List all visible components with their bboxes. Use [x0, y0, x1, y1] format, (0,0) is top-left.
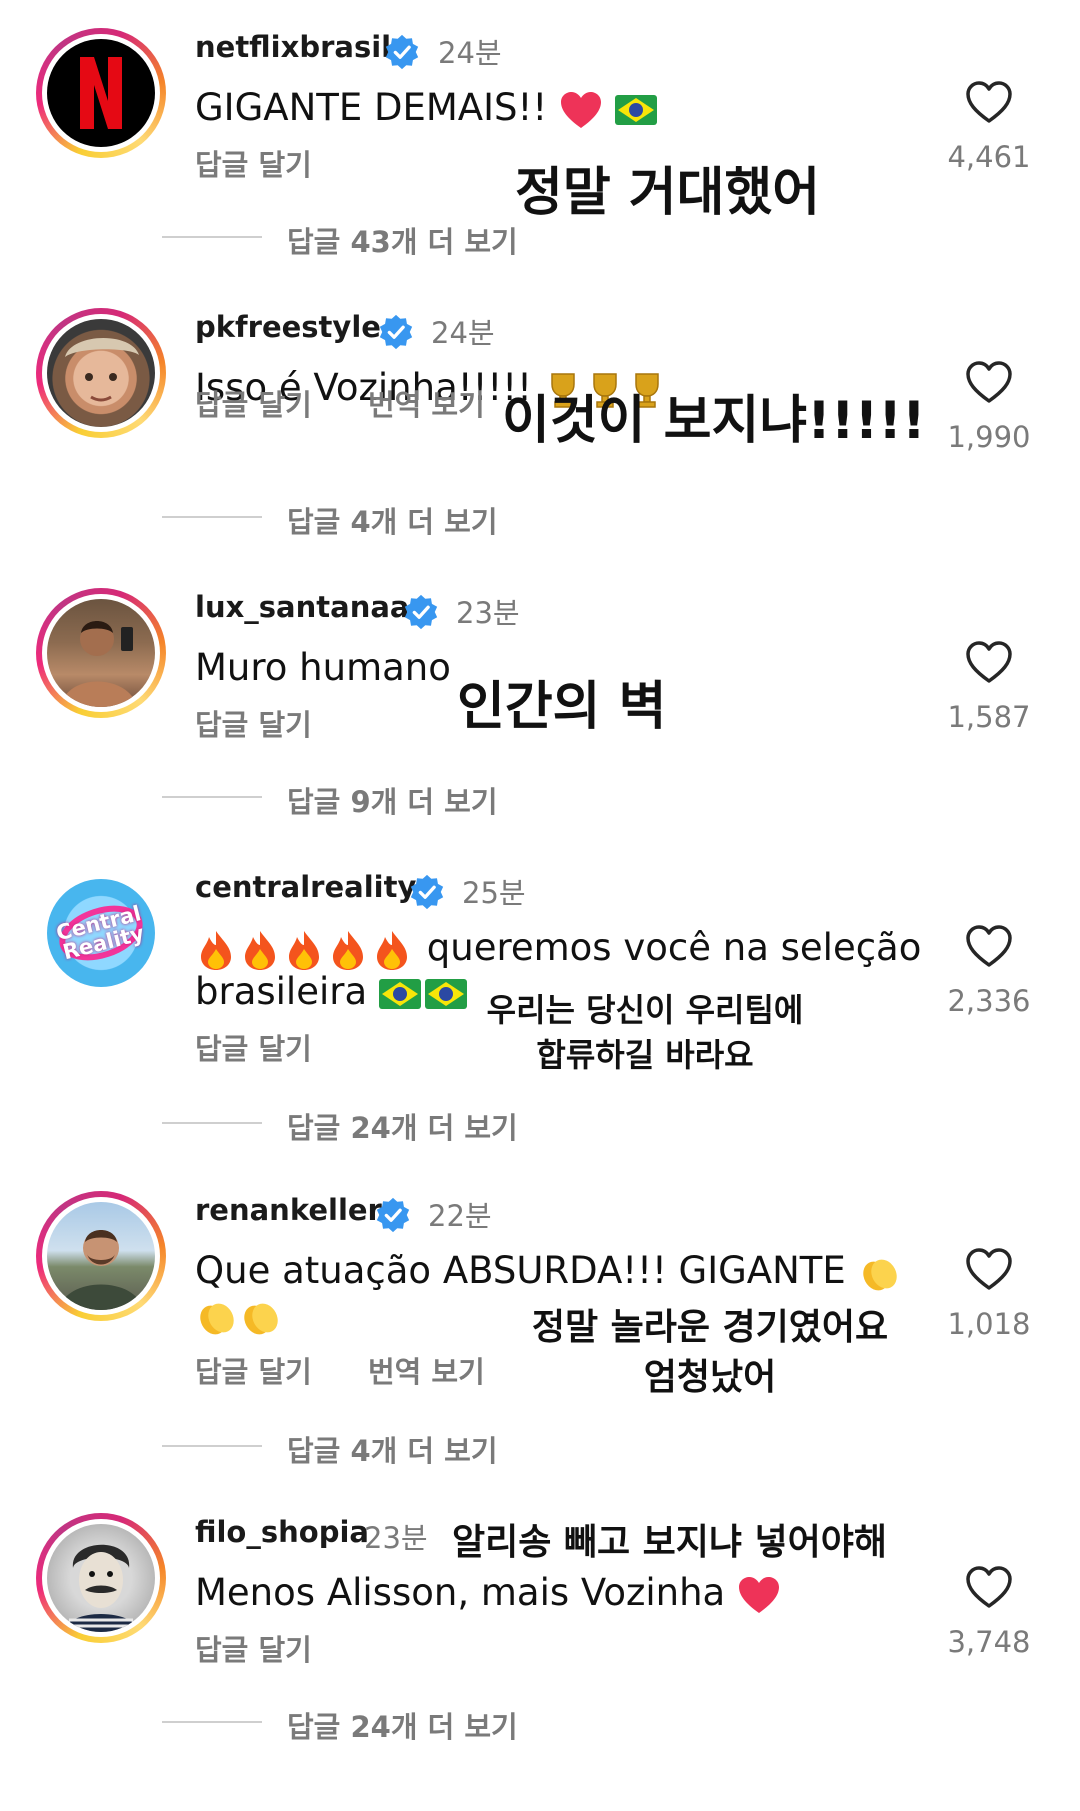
comment-item: Central Reality centralreality 25분 quere…: [0, 840, 1080, 1166]
divider: [162, 796, 262, 798]
comment-text-line: [195, 1293, 283, 1338]
reply-button[interactable]: 답글 달기: [195, 382, 312, 424]
illustration-portrait: [47, 1524, 155, 1632]
comment-actions: 답글 달기: [195, 702, 358, 744]
like-count: 4,461: [947, 140, 1031, 174]
view-replies-button[interactable]: 답글 4개 더 보기: [287, 1428, 498, 1470]
view-replies-button[interactable]: 답글 9개 더 보기: [287, 779, 498, 821]
like-heart-icon[interactable]: [965, 360, 1013, 404]
like-count: 2,336: [947, 984, 1031, 1018]
see-translation-button[interactable]: 번역 보기: [368, 1349, 485, 1391]
comment-time: 23분: [456, 596, 520, 630]
comment-time: 24분: [438, 36, 502, 70]
like-heart-icon[interactable]: [965, 640, 1013, 684]
korean-caption: 인간의 벽: [457, 677, 667, 737]
see-translation-button[interactable]: 번역 보기: [368, 382, 485, 424]
korean-caption: 정말 놀라운 경기였어요 엄청났어: [531, 1307, 889, 1398]
comment-actions: 답글 달기: [195, 1026, 358, 1068]
comment-actions: 답글 달기: [195, 1627, 358, 1669]
avatar[interactable]: [36, 588, 166, 718]
korean-caption: 이것이 보지냐!!!!!: [502, 391, 926, 451]
korean-caption: 정말 거대했어: [515, 163, 821, 223]
like-count: 3,748: [947, 1625, 1031, 1659]
comment-actions: 답글 달기 번역 보기: [195, 382, 531, 424]
comment-text: Que atuação ABSURDA!!! GIGANTE: [195, 1249, 900, 1294]
korean-caption: 우리는 당신이 우리팀에 합류하길 바라요: [486, 991, 804, 1074]
username[interactable]: filo_shopia: [195, 1515, 369, 1549]
comment-actions: 답글 달기 번역 보기: [195, 1349, 531, 1391]
view-replies-button[interactable]: 답글 24개 더 보기: [287, 1704, 518, 1746]
like-count: 1,587: [947, 700, 1031, 734]
profile-photo: [47, 599, 155, 707]
username[interactable]: lux_santanaa: [195, 590, 409, 624]
comment-item: filo_shopia 23분 Menos Alisson, mais Vozi…: [0, 1485, 1080, 1811]
username[interactable]: pkfreestyle: [195, 310, 381, 344]
avatar[interactable]: [36, 1513, 166, 1643]
clapping-hands-emoji-icon: [862, 1259, 897, 1290]
avatar[interactable]: Central Reality: [36, 868, 166, 998]
central-reality-logo-icon: Central Reality: [47, 879, 155, 987]
divider: [162, 1445, 262, 1447]
verified-badge-icon: [376, 1197, 410, 1233]
reply-button[interactable]: 답글 달기: [195, 1627, 312, 1669]
korean-caption: 알리송 빼고 보지냐 넣어야해: [452, 1522, 888, 1563]
divider: [162, 1122, 262, 1124]
comment-time: 24분: [431, 316, 495, 350]
comment-text: Muro humano: [195, 646, 451, 689]
red-heart-emoji-icon: [560, 91, 601, 128]
avatar[interactable]: [36, 1191, 166, 1321]
fire-emoji-icon: [201, 930, 407, 970]
verified-badge-icon: [404, 594, 438, 630]
comment-text: queremos você na seleção: [195, 926, 921, 971]
reply-button[interactable]: 답글 달기: [195, 702, 312, 744]
like-count: 1,990: [947, 420, 1031, 454]
comment-time: 22분: [428, 1199, 492, 1233]
divider: [162, 1721, 262, 1723]
avatar[interactable]: [36, 28, 166, 158]
comment-text-line: brasileira: [195, 970, 467, 1013]
divider: [162, 516, 262, 518]
username[interactable]: centralreality: [195, 870, 416, 904]
divider: [162, 236, 262, 238]
comment-time: 25분: [462, 876, 526, 910]
comment-text: Menos Alisson, mais Vozinha: [195, 1571, 781, 1615]
brazil-flag-icon: [378, 978, 467, 1009]
like-heart-icon[interactable]: [965, 80, 1013, 124]
like-heart-icon[interactable]: [965, 1247, 1013, 1291]
reply-button[interactable]: 답글 달기: [195, 1026, 312, 1068]
view-replies-button[interactable]: 답글 43개 더 보기: [287, 219, 518, 261]
verified-badge-icon: [410, 874, 444, 910]
verified-badge-icon: [385, 34, 419, 70]
brazil-flag-icon: [614, 94, 657, 125]
like-count: 1,018: [947, 1307, 1031, 1341]
comment-item: lux_santanaa 23분 Muro humano 답글 달기 인간의 벽…: [0, 560, 1080, 886]
profile-photo: [47, 1202, 155, 1310]
comment-text: GIGANTE DEMAIS!!: [195, 86, 657, 130]
view-replies-button[interactable]: 답글 24개 더 보기: [287, 1105, 518, 1147]
view-replies-button[interactable]: 답글 4개 더 보기: [287, 499, 498, 541]
red-heart-emoji-icon: [739, 1576, 779, 1613]
comment-item: pkfreestyle 24분 Isso é Vozinha!!!!! 답글 달…: [0, 280, 1080, 606]
comment-actions: 답글 달기: [195, 142, 358, 184]
comment-item: netflixbrasil 24분 GIGANTE DEMAIS!! 답글 달기…: [0, 0, 1080, 326]
verified-badge-icon: [379, 314, 413, 350]
netflix-logo-icon: [47, 39, 155, 147]
profile-photo: [47, 319, 155, 427]
comment-time: 23분: [364, 1521, 428, 1555]
reply-button[interactable]: 답글 달기: [195, 1349, 312, 1391]
clapping-hands-emoji-icon: [200, 1303, 278, 1334]
username[interactable]: netflixbrasil: [195, 30, 391, 64]
reply-button[interactable]: 답글 달기: [195, 142, 312, 184]
avatar[interactable]: [36, 308, 166, 438]
like-heart-icon[interactable]: [965, 1565, 1013, 1609]
username[interactable]: renankeller: [195, 1193, 382, 1227]
like-heart-icon[interactable]: [965, 924, 1013, 968]
comment-item: renankeller 22분 Que atuação ABSURDA!!! G…: [0, 1163, 1080, 1489]
